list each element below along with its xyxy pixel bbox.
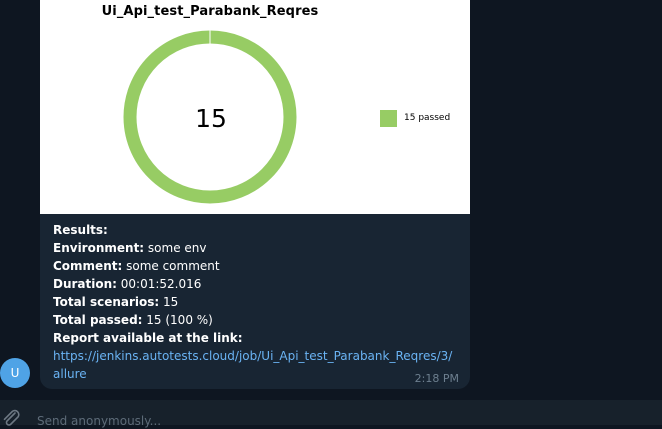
chart-legend: 15 passed <box>380 109 450 127</box>
comment-line: Comment: some comment <box>53 257 463 275</box>
results-heading: Results: <box>53 223 108 237</box>
total-scenarios-label: Total scenarios: <box>53 295 160 309</box>
paperclip-icon[interactable] <box>0 407 22 429</box>
comment-value: some comment <box>122 259 220 273</box>
chart-image[interactable]: Ui_Api_test_Parabank_Reqres 15 15 passed <box>40 0 470 214</box>
message-text: Results: Environment: some env Comment: … <box>53 221 463 383</box>
report-heading: Report available at the link: <box>53 331 243 345</box>
environment-line: Environment: some env <box>53 239 463 257</box>
environment-value: some env <box>144 241 207 255</box>
donut-chart: 15 <box>123 30 297 204</box>
comment-label: Comment: <box>53 259 123 273</box>
total-scenarios-line: Total scenarios: 15 <box>53 293 463 311</box>
duration-value: 00:01:52.016 <box>116 277 202 291</box>
message-input[interactable] <box>37 414 537 428</box>
duration-label: Duration: <box>53 277 117 291</box>
sender-avatar[interactable]: U <box>0 358 30 388</box>
total-passed-label: Total passed: <box>53 313 143 327</box>
environment-label: Environment: <box>53 241 145 255</box>
message-bubble: Ui_Api_test_Parabank_Reqres 15 15 passed… <box>40 0 470 389</box>
report-link[interactable]: https://jenkins.autotests.cloud/job/Ui_A… <box>53 347 458 383</box>
message-time: 2:18 PM <box>414 372 459 385</box>
message-composer <box>0 400 662 428</box>
total-passed-line: Total passed: 15 (100 %) <box>53 311 463 329</box>
legend-label-passed: 15 passed <box>404 113 451 123</box>
duration-line: Duration: 00:01:52.016 <box>53 275 463 293</box>
legend-swatch-passed <box>380 109 397 127</box>
total-scenarios-value: 15 <box>159 295 179 309</box>
donut-center-label: 15 <box>195 104 227 133</box>
total-passed-value: 15 (100 %) <box>142 313 213 327</box>
